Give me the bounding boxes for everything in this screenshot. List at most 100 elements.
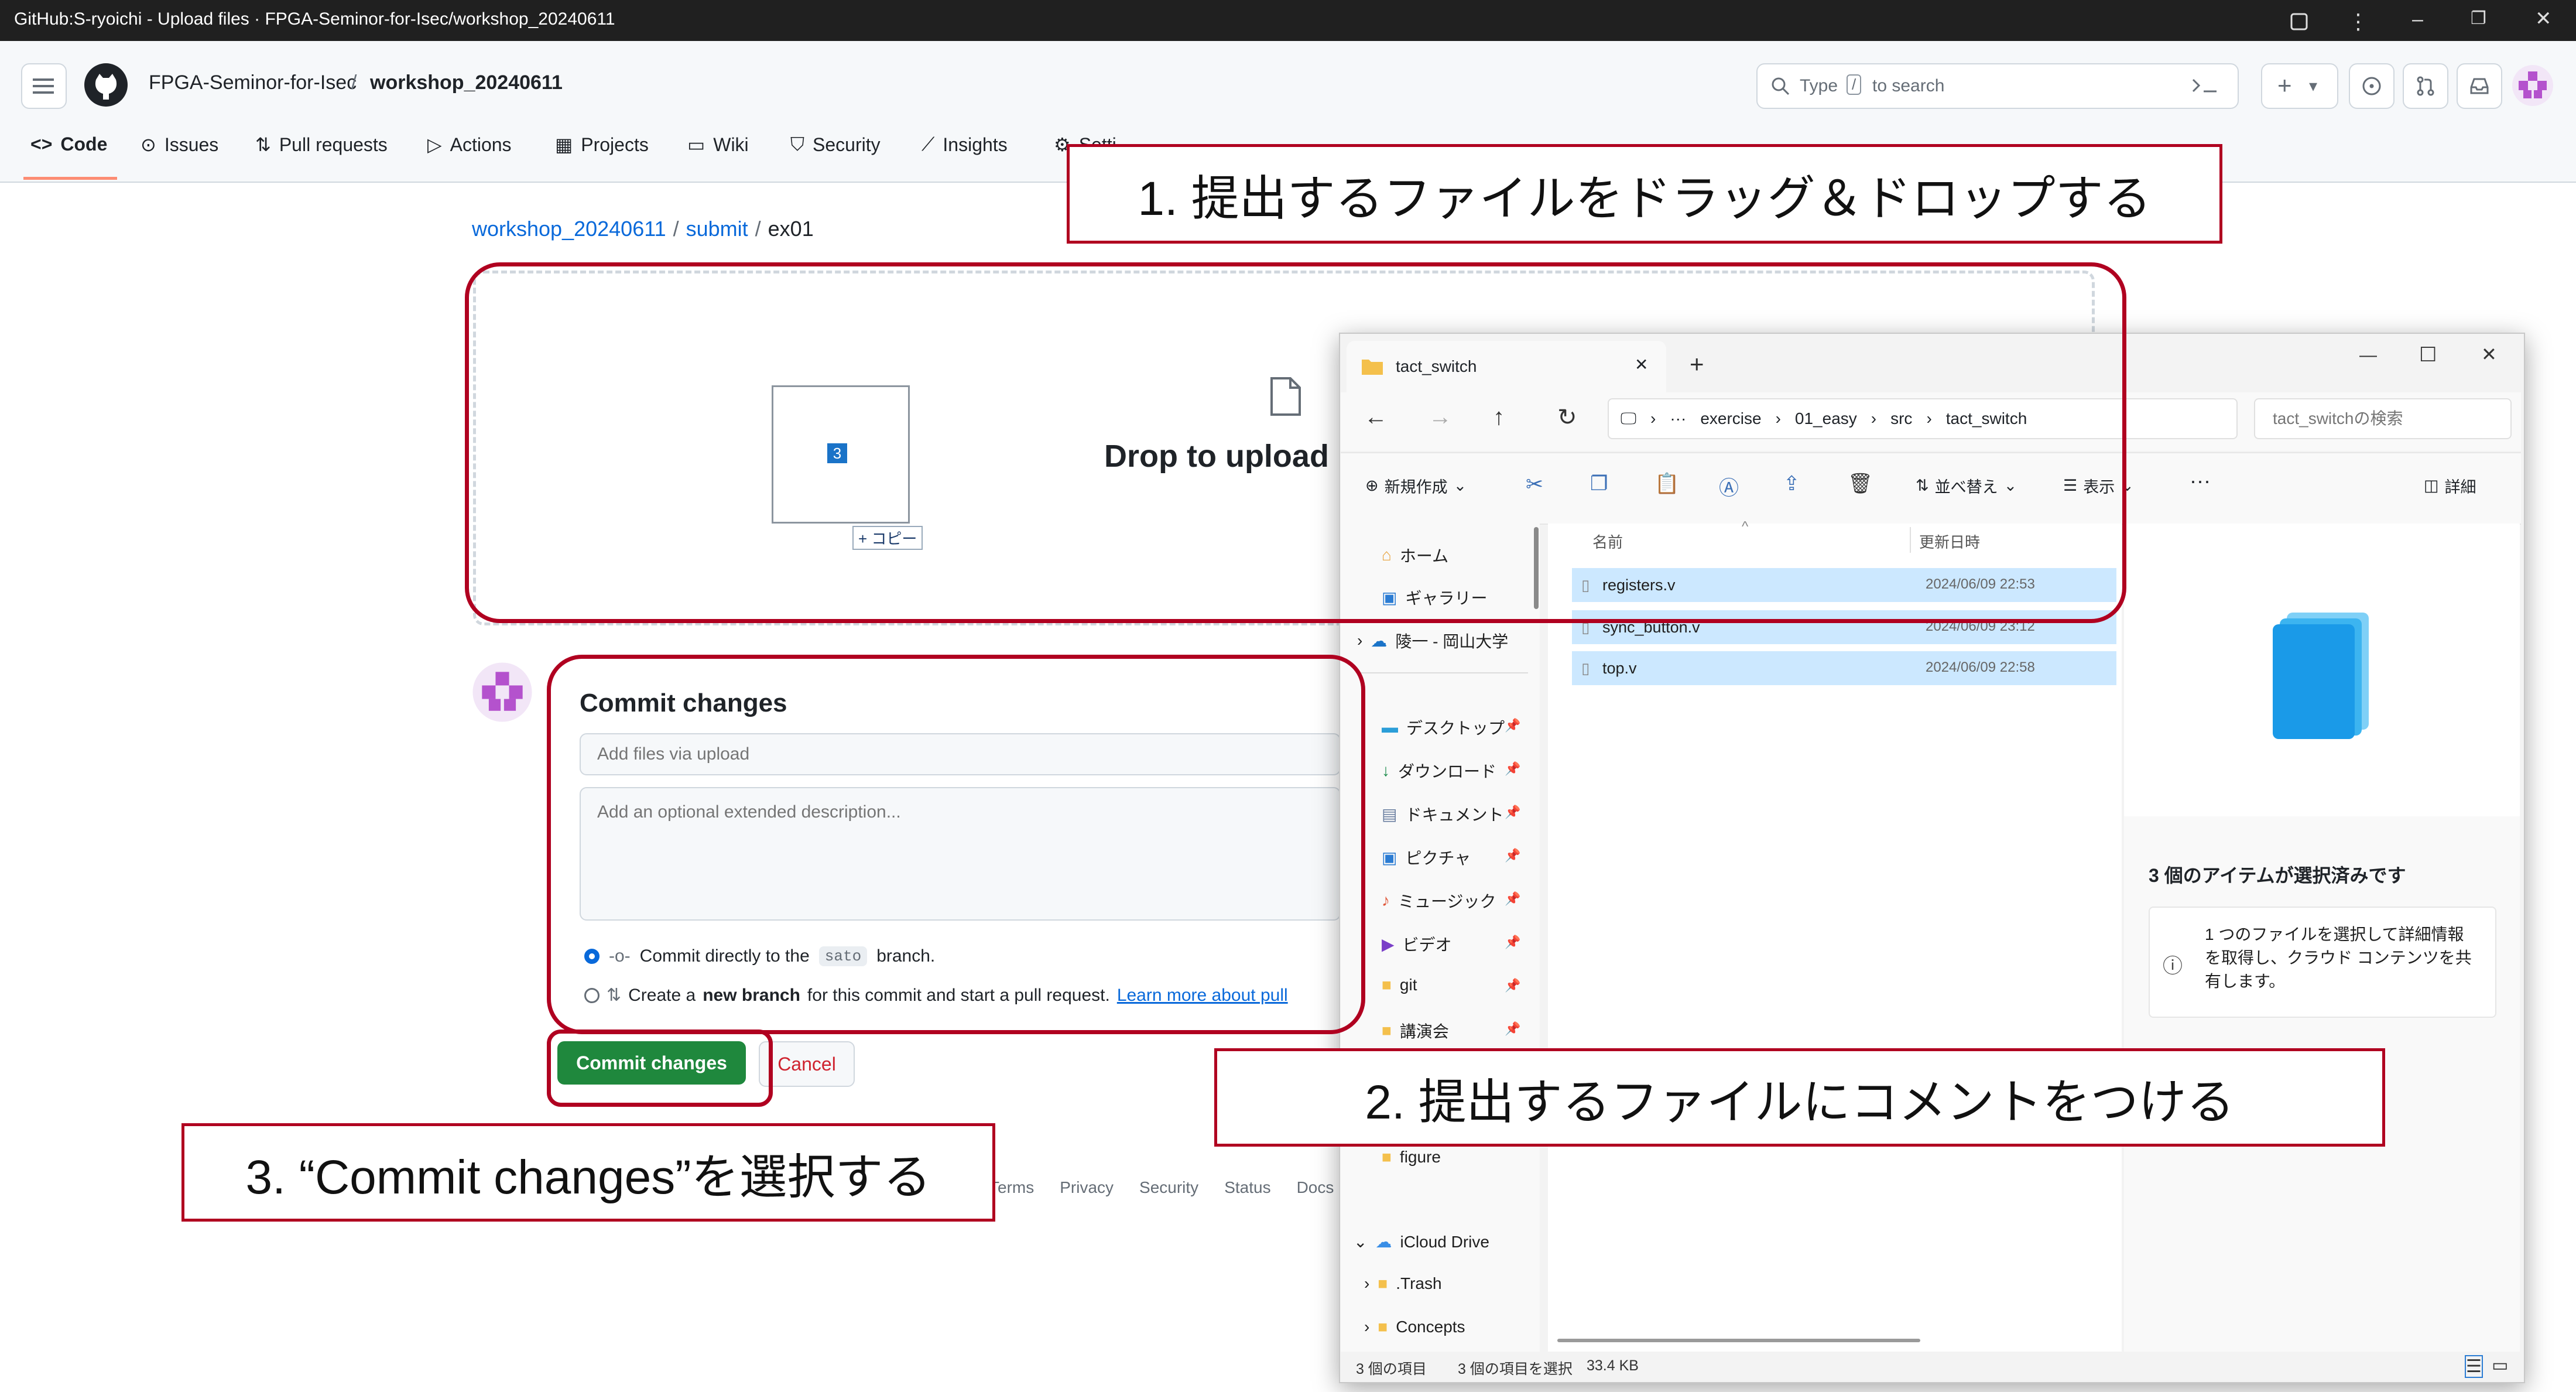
status-size: 33.4 KB: [1587, 1357, 1639, 1374]
tab-pull-requests[interactable]: ⇅ Pull requests: [255, 134, 388, 156]
details-info-text: 1 つのファイルを選択して詳細情報を取得し、クラウド コンテンツを共有します。: [2205, 925, 2472, 990]
sidebar-item-label: .Trash: [1396, 1274, 1442, 1292]
pin-icon: 📌: [1505, 978, 1521, 993]
folder-icon: ■: [1378, 1274, 1388, 1292]
sidebar-item-label: ピクチャ: [1405, 849, 1471, 867]
sidebar-item-label: デスクトップ: [1406, 719, 1505, 737]
cancel-button[interactable]: Cancel: [759, 1041, 855, 1087]
folder-icon: ■: [1382, 1021, 1392, 1039]
annotation-highlight-dropzone: [465, 262, 2126, 623]
tab-issues[interactable]: ⊙ Issues: [141, 134, 218, 156]
minimize-icon[interactable]: —: [2359, 346, 2377, 365]
footer-link-security[interactable]: Security: [1139, 1178, 1198, 1197]
pull-requests-shortcut-button[interactable]: [2403, 63, 2448, 109]
video-icon: ▶: [1382, 935, 1395, 953]
footer-link-docs[interactable]: Docs: [1297, 1178, 1334, 1197]
tab-actions[interactable]: ▷ Actions: [427, 134, 512, 156]
sidebar-item-icloud[interactable]: ⌄ ☁ iCloud Drive: [1354, 1232, 1489, 1251]
git-pull-request-icon: ⇅: [255, 134, 271, 155]
breadcrumb-separator: /: [673, 217, 679, 241]
annotation-step-1: 1. 提出するファイルをドラッグ＆ドロップする: [1067, 144, 2222, 244]
explorer-file-list: [1548, 524, 2122, 1352]
sidebar-item-lectures[interactable]: ■ 講演会: [1382, 1019, 1449, 1042]
inbox-button[interactable]: [2457, 63, 2502, 109]
minimize-icon[interactable]: –: [2412, 8, 2423, 31]
restore-icon[interactable]: ❐: [2471, 8, 2486, 29]
git-pull-request-icon: [2415, 76, 2436, 97]
tab-label: Actions: [450, 134, 512, 155]
search-placeholder-suffix: to search: [1872, 76, 1945, 95]
sidebar-item-videos[interactable]: ▶ ビデオ: [1382, 932, 1452, 956]
create-new-button[interactable]: + ▾: [2261, 63, 2338, 109]
sidebar-item-label: ドキュメント: [1405, 806, 1504, 824]
graph-icon: ⟋: [922, 134, 935, 155]
user-avatar[interactable]: [2512, 64, 2554, 107]
footer-link-privacy[interactable]: Privacy: [1060, 1178, 1114, 1197]
breadcrumb-root[interactable]: workshop_20240611: [472, 217, 666, 241]
file-row-top[interactable]: ▯ top.v 2024/06/09 22:58: [1572, 651, 2116, 685]
issues-shortcut-button[interactable]: [2349, 63, 2395, 109]
maximize-icon[interactable]: ☐: [2419, 343, 2437, 367]
music-icon: ♪: [1382, 891, 1390, 909]
plus-icon: +: [2277, 71, 2292, 99]
sidebar-item-label: ダウンロード: [1398, 762, 1497, 781]
menu-button[interactable]: [21, 63, 67, 109]
footer-link-terms[interactable]: Terms: [989, 1178, 1034, 1197]
tab-wiki[interactable]: ▭ Wiki: [687, 134, 749, 156]
command-palette-icon[interactable]: [2191, 75, 2220, 96]
sidebar-item-desktop[interactable]: ▬ デスクトップ: [1382, 716, 1505, 739]
horizontal-scrollbar[interactable]: [1557, 1339, 1920, 1342]
footer-link-status[interactable]: Status: [1224, 1178, 1270, 1197]
sidebar-item-downloads[interactable]: ↓ ダウンロード: [1382, 759, 1496, 782]
sidebar-item-documents[interactable]: ▤ ドキュメント: [1382, 802, 1503, 826]
details-pane-button[interactable]: ◫ 詳細: [2424, 474, 2476, 497]
more-options-icon[interactable]: ⋮: [2348, 9, 2369, 34]
search-input[interactable]: Type / to search: [1756, 63, 2239, 109]
see-more-icon[interactable]: ···: [2190, 468, 2211, 493]
tab-security[interactable]: ⛉ Security: [790, 134, 881, 156]
github-logo-icon[interactable]: [83, 62, 129, 108]
sidebar-divider: [1358, 672, 1528, 673]
details-view-icon[interactable]: ☰: [2465, 1355, 2483, 1378]
sidebar-item-figure[interactable]: ■ figure: [1382, 1148, 1441, 1167]
hamburger-icon: [33, 76, 54, 96]
tab-label: Insights: [943, 134, 1008, 155]
folder-icon: ■: [1382, 1148, 1392, 1166]
chevron-right-icon: ›: [1364, 1274, 1370, 1292]
tab-label: Projects: [581, 134, 649, 155]
tab-label: Code: [60, 134, 108, 155]
repo-name[interactable]: workshop_20240611: [370, 71, 563, 94]
repo-owner[interactable]: FPGA-Seminor-for-Isec: [149, 71, 357, 94]
explorer-search-input[interactable]: [2254, 398, 2512, 439]
sidebar-item-pictures[interactable]: ▣ ピクチャ: [1382, 846, 1471, 869]
chevron-right-icon: ›: [1364, 1318, 1370, 1336]
status-item-count: 3 個の項目: [1356, 1361, 1427, 1377]
button-label: 詳細: [2444, 478, 2476, 496]
table-icon: ▦: [555, 134, 573, 155]
cloud-icon: ☁: [1371, 631, 1388, 650]
close-icon[interactable]: ✕: [2535, 7, 2552, 30]
explorer-status-bar: 3 個の項目 3 個の項目を選択 33.4 KB ☰ ▭: [1341, 1353, 2521, 1380]
issue-opened-icon: ⊙: [141, 134, 156, 155]
sidebar-item-label: Concepts: [1396, 1318, 1465, 1336]
issue-opened-icon: [2361, 76, 2382, 97]
pin-icon: 📌: [1505, 891, 1521, 906]
tab-code[interactable]: <> Code: [30, 134, 107, 155]
sidebar-item-onedrive[interactable]: › ☁ 陵一 - 岡山大学: [1357, 629, 1508, 652]
multiple-files-icon: [2269, 607, 2380, 741]
tab-projects[interactable]: ▦ Projects: [555, 134, 649, 156]
tab-label: Pull requests: [279, 134, 388, 155]
sidebar-item-concepts[interactable]: › ■ Concepts: [1364, 1318, 1465, 1336]
sidebar-item-music[interactable]: ♪ ミュージック: [1382, 889, 1496, 912]
footer-links: Terms Privacy Security Status Docs Co: [989, 1178, 1381, 1197]
extensions-icon[interactable]: [2289, 12, 2309, 32]
sidebar-item-git[interactable]: ■ git: [1382, 976, 1417, 994]
close-icon[interactable]: ✕: [2481, 343, 2497, 365]
tab-insights[interactable]: ⟋ Insights: [922, 134, 1008, 156]
window-title: GitHub:S-ryoichi - Upload files · FPGA-S…: [14, 9, 615, 29]
tiles-view-icon[interactable]: ▭: [2492, 1355, 2508, 1376]
breadcrumb-folder[interactable]: submit: [686, 217, 748, 241]
sidebar-item-trash[interactable]: › ■ .Trash: [1364, 1274, 1442, 1293]
download-icon: ↓: [1382, 761, 1390, 779]
pin-icon: 📌: [1505, 848, 1521, 863]
